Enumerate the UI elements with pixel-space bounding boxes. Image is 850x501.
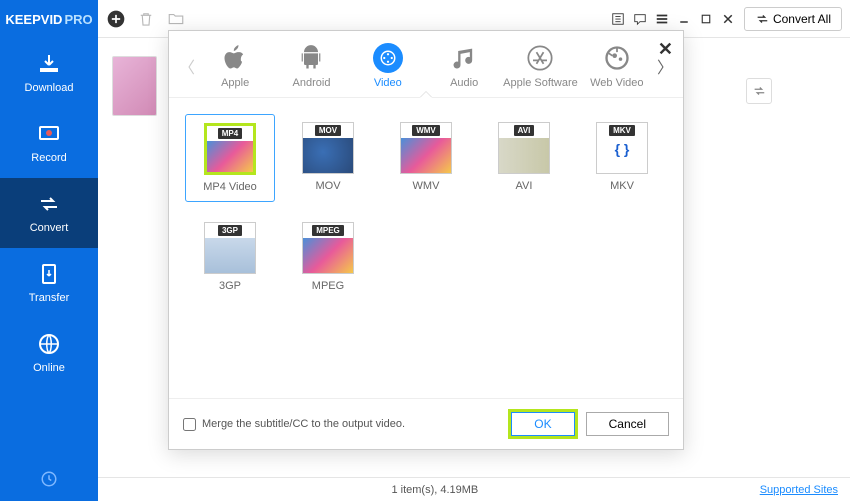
format-mpeg[interactable]: MPEG MPEG (283, 214, 373, 300)
sidebar-item-label: Download (25, 82, 74, 94)
sidebar-bottom (0, 470, 98, 493)
format-tag: MPEG (312, 225, 344, 236)
modal-footer: Merge the subtitle/CC to the output vide… (169, 398, 683, 449)
merge-label: Merge the subtitle/CC to the output vide… (202, 418, 405, 430)
format-mp4[interactable]: MP4 MP4 Video (185, 114, 275, 202)
sidebar-item-convert[interactable]: Convert (0, 178, 98, 248)
format-tag: MKV (609, 125, 635, 136)
format-3gp[interactable]: 3GP 3GP (185, 214, 275, 300)
format-modal: ✕ 〈 Apple Android Video Audio Apple Soft… (168, 30, 684, 450)
menu-icon[interactable] (654, 11, 670, 27)
music-icon (450, 44, 478, 72)
format-label: MPEG (312, 280, 344, 292)
tab-label: Web Video (590, 77, 643, 89)
sidebar-item-record[interactable]: Record (0, 108, 98, 178)
format-label: 3GP (219, 280, 241, 292)
tab-video[interactable]: Video (350, 43, 426, 89)
app-store-icon (526, 44, 554, 72)
refresh-format-button[interactable] (746, 78, 772, 104)
format-tabs: 〈 Apple Android Video Audio Apple Softwa… (169, 31, 683, 98)
format-label: WMV (413, 180, 440, 192)
tab-label: Audio (450, 77, 478, 89)
globe-icon (37, 332, 61, 356)
sidebar-item-label: Record (31, 152, 66, 164)
logo-suffix: PRO (64, 12, 92, 27)
supported-sites-link[interactable]: Supported Sites (760, 484, 838, 496)
sidebar-item-online[interactable]: Online (0, 318, 98, 388)
sidebar-item-download[interactable]: Download (0, 38, 98, 108)
folder-button (166, 9, 186, 29)
convert-all-icon (755, 12, 769, 26)
app-logo: KEEPVIDPRO (0, 0, 98, 38)
format-label: MOV (315, 180, 340, 192)
cancel-button[interactable]: Cancel (586, 412, 669, 436)
convert-all-label: Convert All (773, 12, 831, 26)
download-icon (37, 52, 61, 76)
tab-apple-software[interactable]: Apple Software (502, 43, 578, 89)
status-summary: 1 item(s), 4.19MB (110, 484, 760, 496)
close-button[interactable] (720, 11, 736, 27)
video-thumbnail[interactable] (112, 56, 157, 116)
tabs-next-button[interactable]: 〉 (655, 54, 675, 78)
format-mkv[interactable]: MKV MKV (577, 114, 667, 202)
format-tag: WMV (412, 125, 440, 136)
format-avi[interactable]: AVI AVI (479, 114, 569, 202)
feedback-icon[interactable] (632, 11, 648, 27)
format-tag: MP4 (218, 128, 242, 139)
ok-highlight: OK (508, 409, 577, 439)
sidebar-item-label: Transfer (29, 292, 70, 304)
android-icon (297, 44, 325, 72)
sidebar-item-label: Convert (30, 222, 69, 234)
format-label: AVI (516, 180, 533, 192)
list-icon[interactable] (610, 11, 626, 27)
sidebar-item-label: Online (33, 362, 65, 374)
format-tag: MOV (315, 125, 341, 136)
apple-icon (221, 44, 249, 72)
format-tag: AVI (514, 125, 535, 136)
tab-label: Apple (221, 77, 249, 89)
tabs-prev-button[interactable]: 〈 (177, 54, 197, 78)
delete-button (136, 9, 156, 29)
film-reel-icon (379, 49, 397, 67)
tab-label: Android (293, 77, 331, 89)
minimize-button[interactable] (676, 11, 692, 27)
format-tag: 3GP (218, 225, 242, 236)
folder-icon (167, 10, 185, 28)
ok-button[interactable]: OK (511, 412, 574, 436)
format-grid: MP4 MP4 Video MOV MOV WMV WMV AVI AVI MK… (169, 98, 683, 308)
tab-web-video[interactable]: Web Video (579, 43, 655, 89)
transfer-icon (37, 262, 61, 286)
clock-icon[interactable] (40, 470, 58, 488)
plus-circle-icon (106, 8, 126, 30)
format-mov[interactable]: MOV MOV (283, 114, 373, 202)
record-icon (37, 122, 61, 146)
format-label: MP4 Video (203, 181, 257, 193)
add-button[interactable] (106, 9, 126, 29)
tab-label: Apple Software (503, 77, 578, 89)
convert-icon (37, 192, 61, 216)
tab-android[interactable]: Android (273, 43, 349, 89)
sidebar-item-transfer[interactable]: Transfer (0, 248, 98, 318)
tab-label: Video (374, 77, 402, 89)
sidebar: KEEPVIDPRO Download Record Convert Trans… (0, 0, 98, 501)
maximize-button[interactable] (698, 11, 714, 27)
trash-icon (137, 10, 155, 28)
format-wmv[interactable]: WMV WMV (381, 114, 471, 202)
merge-checkbox-input[interactable] (183, 418, 196, 431)
refresh-icon (752, 84, 766, 98)
convert-all-button[interactable]: Convert All (744, 7, 842, 31)
format-label: MKV (610, 180, 634, 192)
tab-apple[interactable]: Apple (197, 43, 273, 89)
logo-brand: KEEPVID (5, 12, 62, 27)
web-video-icon (603, 44, 631, 72)
tab-audio[interactable]: Audio (426, 43, 502, 89)
status-bar: 1 item(s), 4.19MB Supported Sites (98, 477, 850, 501)
merge-subtitle-checkbox[interactable]: Merge the subtitle/CC to the output vide… (183, 418, 405, 431)
